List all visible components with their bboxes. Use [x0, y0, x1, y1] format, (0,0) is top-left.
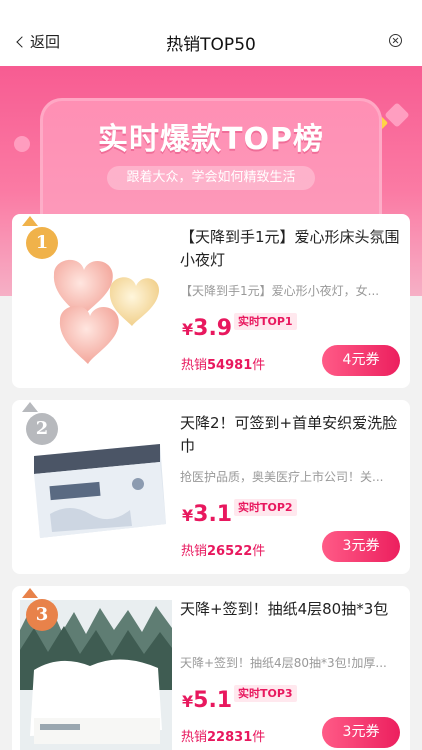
sales-suffix: 件: [252, 544, 266, 559]
product-description: 【天降到手1元】爱心形小夜灯，女...: [180, 284, 380, 298]
close-icon[interactable]: [389, 34, 402, 47]
rank-badge: 实时TOP2: [234, 499, 297, 516]
coupon-button[interactable]: 4元券: [322, 345, 400, 376]
product-price: ¥3.9: [182, 316, 232, 341]
coupon-button[interactable]: 3元券: [322, 717, 400, 748]
product-card-3[interactable]: 3 天降+签到！抽纸4层80抽*3包 天降+签到！抽纸4层80抽*3包!加厚..…: [12, 586, 410, 750]
sales-number: 54981: [207, 358, 253, 373]
sales-count: 热销54981件: [181, 354, 265, 373]
rank-medal-2: 2: [18, 402, 62, 448]
sales-count: 热销26522件: [181, 540, 265, 559]
sales-count: 热销22831件: [181, 726, 265, 745]
medal-number: 1: [26, 227, 58, 259]
product-card-2[interactable]: 2 天降2！可签到+首单安织爱洗脸巾 抢医护品质，奥美医疗上市公司！关... ¥…: [12, 400, 410, 574]
coupon-button[interactable]: 3元券: [322, 531, 400, 562]
sales-prefix: 热销: [181, 730, 208, 745]
banner-headline: 实时爆款TOP榜: [98, 122, 324, 157]
product-title[interactable]: 天降+签到！抽纸4层80抽*3包: [180, 598, 402, 621]
rank-badge: 实时TOP3: [234, 685, 297, 702]
product-description: 抢医护品质，奥美医疗上市公司！关...: [180, 470, 384, 484]
product-title[interactable]: 【天降到手1元】爱心形床头氛围小夜灯: [180, 226, 402, 272]
crown-icon: [22, 588, 38, 598]
rank-medal-1: 1: [18, 216, 62, 262]
product-price: ¥5.1: [182, 688, 232, 713]
sales-number: 22831: [207, 730, 253, 745]
product-price: ¥3.1: [182, 502, 232, 527]
rank-medal-3: 3: [18, 588, 62, 634]
crown-icon: [22, 402, 38, 412]
product-description: 天降+签到！抽纸4层80抽*3包!加厚...: [180, 656, 387, 670]
product-title[interactable]: 天降2！可签到+首单安织爱洗脸巾: [180, 412, 402, 458]
page-title: 热销TOP50: [166, 35, 256, 55]
currency-symbol: ¥: [182, 320, 194, 339]
rank-badge: 实时TOP1: [234, 313, 297, 330]
price-value: 5.1: [193, 688, 233, 713]
medal-number: 3: [26, 599, 58, 631]
product-card-1[interactable]: 1 【天降到手1元】爱心形床头氛围小夜灯 【天降到手1元】爱心形小夜灯，女...…: [12, 214, 410, 388]
crown-icon: [22, 216, 38, 226]
sales-number: 26522: [207, 544, 253, 559]
sales-suffix: 件: [252, 358, 266, 373]
price-value: 3.1: [193, 502, 233, 527]
sales-suffix: 件: [252, 730, 266, 745]
sales-prefix: 热销: [181, 358, 208, 373]
currency-symbol: ¥: [182, 692, 194, 711]
navigation-bar: 返回 热销TOP50: [0, 0, 422, 66]
sales-prefix: 热销: [181, 544, 208, 559]
medal-number: 2: [26, 413, 58, 445]
price-value: 3.9: [193, 316, 233, 341]
banner-subtitle: 跟着大众，学会如何精致生活: [107, 166, 315, 190]
currency-symbol: ¥: [182, 506, 194, 525]
